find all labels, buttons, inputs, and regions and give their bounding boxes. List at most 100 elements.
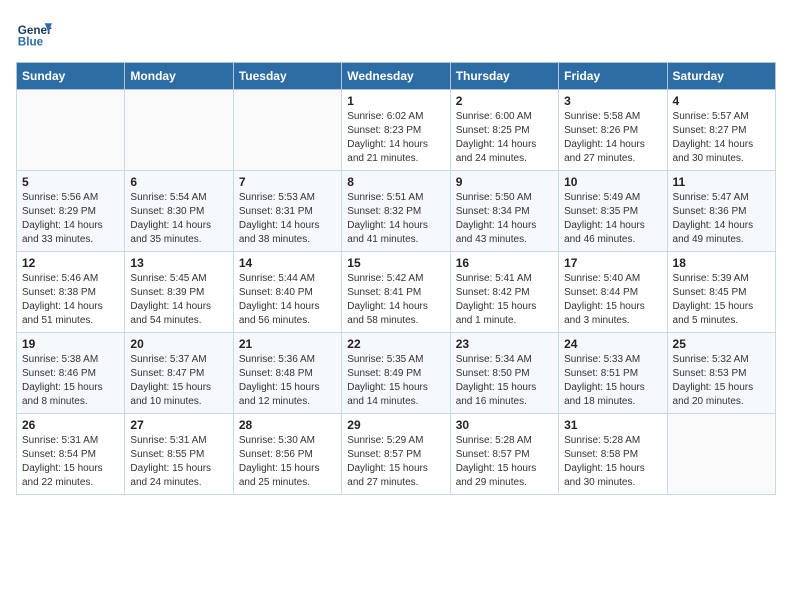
- day-number: 9: [456, 175, 553, 189]
- day-number: 18: [673, 256, 770, 270]
- calendar-cell: 24Sunrise: 5:33 AM Sunset: 8:51 PM Dayli…: [559, 333, 667, 414]
- day-info: Sunrise: 5:51 AM Sunset: 8:32 PM Dayligh…: [347, 191, 444, 247]
- calendar-cell: 12 Sunrise: 5:46 AM Sunset: 8:38 PM Dayli…: [17, 252, 125, 333]
- day-info: Sunrise: 5:54 AM Sunset: 8:30 PM Dayligh…: [130, 191, 227, 247]
- day-number: 21: [239, 337, 336, 351]
- calendar-cell: 17 Sunrise: 5:40 AM Sunset: 8:44 PM Dayli…: [559, 252, 667, 333]
- day-info: Sunrise: 5:58 AM Sunset: 8:26 PM Dayligh…: [564, 110, 661, 166]
- calendar-cell: 16 Sunrise: 5:41 AM Sunset: 8:42 PM Dayli…: [450, 252, 558, 333]
- calendar-cell: 8 Sunrise: 5:51 AM Sunset: 8:32 PM Daylig…: [342, 171, 450, 252]
- calendar-cell: 25 Sunrise: 5:32 AM Sunset: 8:53 PM Dayli…: [667, 333, 775, 414]
- calendar-cell: 26 Sunrise: 5:31 AM Sunset: 8:54 PM Dayli…: [17, 414, 125, 495]
- day-info: Sunrise: 5:29 AM Sunset: 8:57 PM Dayligh…: [347, 434, 444, 490]
- calendar-cell: 28 Sunrise: 5:30 AM Sunset: 8:56 PM Dayli…: [233, 414, 341, 495]
- logo-icon: General Blue: [16, 16, 52, 52]
- day-info: Sunrise: 5:56 AM Sunset: 8:29 PM Dayligh…: [22, 191, 119, 247]
- day-info: Sunrise: 5:28 AM Sunset: 8:57 PM Dayligh…: [456, 434, 553, 490]
- day-number: 10: [564, 175, 661, 189]
- day-number: 27: [130, 418, 227, 432]
- day-number: 16: [456, 256, 553, 270]
- day-number: 28: [239, 418, 336, 432]
- calendar-cell: 22 Sunrise: 5:35 AM Sunset: 8:49 PM Dayli…: [342, 333, 450, 414]
- day-number: 4: [673, 94, 770, 108]
- weekday-header-saturday: Saturday: [667, 63, 775, 90]
- weekday-header-tuesday: Tuesday: [233, 63, 341, 90]
- day-number: 12: [22, 256, 119, 270]
- page-header: General Blue: [16, 16, 776, 52]
- day-number: 13: [130, 256, 227, 270]
- calendar-cell: 15 Sunrise: 5:42 AM Sunset: 8:41 PM Dayli…: [342, 252, 450, 333]
- day-info: Sunrise: 5:45 AM Sunset: 8:39 PM Dayligh…: [130, 272, 227, 328]
- calendar-cell: 23 Sunrise: 5:34 AM Sunset: 8:50 PM Dayli…: [450, 333, 558, 414]
- day-number: 3: [564, 94, 661, 108]
- weekday-header-sunday: Sunday: [17, 63, 125, 90]
- calendar-cell: [17, 90, 125, 171]
- calendar-cell: 21 Sunrise: 5:36 AM Sunset: 8:48 PM Dayli…: [233, 333, 341, 414]
- day-number: 2: [456, 94, 553, 108]
- calendar-cell: 3 Sunrise: 5:58 AM Sunset: 8:26 PM Daylig…: [559, 90, 667, 171]
- day-info: Sunrise: 5:36 AM Sunset: 8:48 PM Dayligh…: [239, 353, 336, 409]
- svg-text:Blue: Blue: [18, 36, 44, 49]
- calendar-cell: 2 Sunrise: 6:00 AM Sunset: 8:25 PM Daylig…: [450, 90, 558, 171]
- calendar-cell: 27 Sunrise: 5:31 AM Sunset: 8:55 PM Dayli…: [125, 414, 233, 495]
- calendar-cell: 6 Sunrise: 5:54 AM Sunset: 8:30 PM Daylig…: [125, 171, 233, 252]
- calendar-cell: 5 Sunrise: 5:56 AM Sunset: 8:29 PM Daylig…: [17, 171, 125, 252]
- day-info: Sunrise: 6:00 AM Sunset: 8:25 PM Dayligh…: [456, 110, 553, 166]
- day-info: Sunrise: 5:30 AM Sunset: 8:56 PM Dayligh…: [239, 434, 336, 490]
- day-info: Sunrise: 5:34 AM Sunset: 8:50 PM Dayligh…: [456, 353, 553, 409]
- calendar-cell: 14 Sunrise: 5:44 AM Sunset: 8:40 PM Dayli…: [233, 252, 341, 333]
- day-number: 25: [673, 337, 770, 351]
- calendar-cell: 7 Sunrise: 5:53 AM Sunset: 8:31 PM Daylig…: [233, 171, 341, 252]
- logo: General Blue: [16, 16, 56, 52]
- day-info: Sunrise: 5:49 AM Sunset: 8:35 PM Dayligh…: [564, 191, 661, 247]
- weekday-header-friday: Friday: [559, 63, 667, 90]
- day-info: Sunrise: 5:47 AM Sunset: 8:36 PM Dayligh…: [673, 191, 770, 247]
- day-number: 6: [130, 175, 227, 189]
- day-info: Sunrise: 5:39 AM Sunset: 8:45 PM Dayligh…: [673, 272, 770, 328]
- day-number: 30: [456, 418, 553, 432]
- day-number: 17: [564, 256, 661, 270]
- day-number: 22: [347, 337, 444, 351]
- weekday-header-monday: Monday: [125, 63, 233, 90]
- day-number: 14: [239, 256, 336, 270]
- day-info: Sunrise: 5:35 AM Sunset: 8:49 PM Dayligh…: [347, 353, 444, 409]
- day-info: Sunrise: 5:53 AM Sunset: 8:31 PM Dayligh…: [239, 191, 336, 247]
- day-info: Sunrise: 5:42 AM Sunset: 8:41 PM Dayligh…: [347, 272, 444, 328]
- calendar-table: SundayMondayTuesdayWednesdayThursdayFrid…: [16, 62, 776, 495]
- day-info: Sunrise: 5:38 AM Sunset: 8:46 PM Dayligh…: [22, 353, 119, 409]
- day-number: 19: [22, 337, 119, 351]
- day-number: 7: [239, 175, 336, 189]
- weekday-header-thursday: Thursday: [450, 63, 558, 90]
- day-number: 31: [564, 418, 661, 432]
- day-info: Sunrise: 5:28 AM Sunset: 8:58 PM Dayligh…: [564, 434, 661, 490]
- day-info: Sunrise: 5:31 AM Sunset: 8:55 PM Dayligh…: [130, 434, 227, 490]
- calendar-cell: 18 Sunrise: 5:39 AM Sunset: 8:45 PM Dayli…: [667, 252, 775, 333]
- day-number: 20: [130, 337, 227, 351]
- day-number: 5: [22, 175, 119, 189]
- day-number: 29: [347, 418, 444, 432]
- calendar-cell: 31 Sunrise: 5:28 AM Sunset: 8:58 PM Dayli…: [559, 414, 667, 495]
- day-number: 23: [456, 337, 553, 351]
- day-number: 24: [564, 337, 661, 351]
- day-number: 26: [22, 418, 119, 432]
- weekday-header-wednesday: Wednesday: [342, 63, 450, 90]
- day-number: 8: [347, 175, 444, 189]
- calendar-cell: 19 Sunrise: 5:38 AM Sunset: 8:46 PM Dayli…: [17, 333, 125, 414]
- day-info: Sunrise: 5:31 AM Sunset: 8:54 PM Dayligh…: [22, 434, 119, 490]
- day-info: Sunrise: 5:40 AM Sunset: 8:44 PM Dayligh…: [564, 272, 661, 328]
- calendar-cell: [125, 90, 233, 171]
- calendar-cell: 1Sunrise: 6:02 AM Sunset: 8:23 PM Daylig…: [342, 90, 450, 171]
- day-info: Sunrise: 5:44 AM Sunset: 8:40 PM Dayligh…: [239, 272, 336, 328]
- day-info: Sunrise: 5:37 AM Sunset: 8:47 PM Dayligh…: [130, 353, 227, 409]
- day-info: Sunrise: 5:57 AM Sunset: 8:27 PM Dayligh…: [673, 110, 770, 166]
- day-info: Sunrise: 5:50 AM Sunset: 8:34 PM Dayligh…: [456, 191, 553, 247]
- calendar-cell: 13 Sunrise: 5:45 AM Sunset: 8:39 PM Dayli…: [125, 252, 233, 333]
- calendar-cell: [233, 90, 341, 171]
- day-number: 15: [347, 256, 444, 270]
- calendar-cell: 9 Sunrise: 5:50 AM Sunset: 8:34 PM Daylig…: [450, 171, 558, 252]
- day-info: Sunrise: 5:41 AM Sunset: 8:42 PM Dayligh…: [456, 272, 553, 328]
- calendar-cell: 29 Sunrise: 5:29 AM Sunset: 8:57 PM Dayli…: [342, 414, 450, 495]
- day-info: Sunrise: 5:46 AM Sunset: 8:38 PM Dayligh…: [22, 272, 119, 328]
- calendar-cell: 20 Sunrise: 5:37 AM Sunset: 8:47 PM Dayli…: [125, 333, 233, 414]
- day-info: Sunrise: 5:32 AM Sunset: 8:53 PM Dayligh…: [673, 353, 770, 409]
